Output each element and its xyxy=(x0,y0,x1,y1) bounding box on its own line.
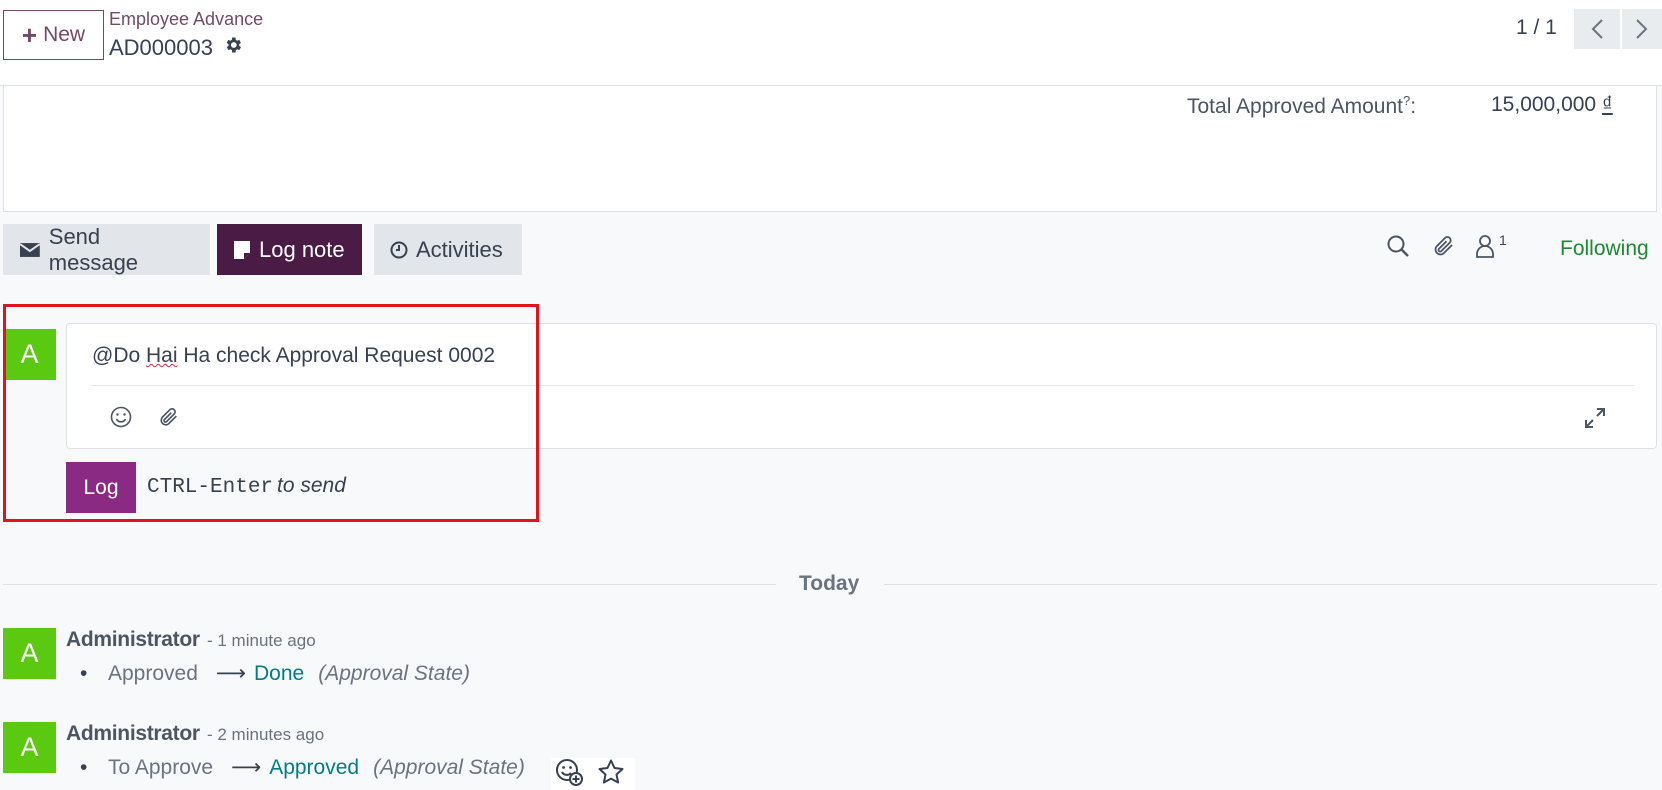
tracking-value: • Approved ⟶ Done (Approval State) xyxy=(80,661,470,686)
search-icon xyxy=(1387,235,1409,257)
breadcrumb-parent[interactable]: Employee Advance xyxy=(109,9,263,30)
clock-icon xyxy=(390,241,408,258)
record-name: AD000003 xyxy=(109,35,213,60)
old-value: To Approve xyxy=(108,756,214,779)
message-author[interactable]: Administrator xyxy=(66,628,200,652)
attachments-button[interactable] xyxy=(1432,234,1456,258)
add-reaction-button[interactable] xyxy=(555,758,583,790)
pager-value[interactable]: 1 / 1 xyxy=(1516,16,1557,40)
total-approved-amount-label: Total Approved Amount?: xyxy=(1187,93,1416,119)
total-label-colon: : xyxy=(1410,95,1417,118)
envelope-icon xyxy=(19,242,41,257)
paperclip-icon xyxy=(160,407,177,426)
date-separator-line xyxy=(3,584,776,585)
send-hint-text: to send xyxy=(277,474,346,497)
chevron-left-icon xyxy=(1591,19,1603,39)
plus-icon: + xyxy=(21,20,38,50)
full-composer-button[interactable] xyxy=(1584,407,1606,429)
activities-label: Activities xyxy=(416,236,503,262)
tracking-value: • To Approve ⟶ Approved (Approval State) xyxy=(80,755,525,780)
arrow-right-icon: ⟶ xyxy=(215,662,247,685)
composer-text-part: Ha check Approval Request 0002 xyxy=(177,344,496,367)
gear-icon[interactable] xyxy=(223,35,243,61)
pager-next-button[interactable] xyxy=(1622,9,1662,49)
currency-symbol: ₫ xyxy=(1601,93,1613,116)
total-approved-amount-value: 15,000,000 ₫ xyxy=(1491,93,1613,117)
avatar: A xyxy=(3,628,56,679)
total-label-text: Total Approved Amount xyxy=(1187,95,1403,118)
pager-previous-button[interactable] xyxy=(1574,9,1620,49)
bullet: • xyxy=(80,756,88,779)
control-panel: + New Employee Advance AD000003 1 / 1 xyxy=(0,0,1662,86)
emoji-button[interactable] xyxy=(110,406,132,428)
old-value: Approved xyxy=(108,662,198,685)
avatar: A xyxy=(3,329,56,380)
search-messages-button[interactable] xyxy=(1386,234,1410,258)
tracked-field: (Approval State) xyxy=(318,662,470,685)
new-value: Approved xyxy=(269,756,360,779)
log-note-button[interactable]: Log note xyxy=(217,224,362,275)
breadcrumb-current: AD000003 xyxy=(109,35,243,61)
user-icon xyxy=(1476,235,1494,258)
log-note-label: Log note xyxy=(259,236,345,262)
add-reaction-icon xyxy=(556,758,583,786)
arrow-right-icon: ⟶ xyxy=(231,756,262,779)
bullet: • xyxy=(80,662,88,685)
composer: @Do Hai Ha check Approval Request 0002 xyxy=(66,323,1657,449)
send-hint-keys: CTRL-Enter xyxy=(147,476,274,499)
attach-file-button[interactable] xyxy=(158,406,180,428)
avatar: A xyxy=(3,722,56,773)
following-button[interactable]: Following xyxy=(1560,237,1649,261)
chevron-right-icon xyxy=(1636,19,1648,39)
send-message-label: Send message xyxy=(48,223,139,275)
date-separator-line xyxy=(884,584,1657,585)
mark-starred-button[interactable] xyxy=(597,758,625,790)
message-time: - 1 minute ago xyxy=(207,631,316,650)
total-amount: 15,000,000 xyxy=(1491,93,1597,116)
new-button-label: New xyxy=(43,23,86,46)
date-separator: Today xyxy=(799,572,860,595)
composer-divider xyxy=(91,385,1634,386)
new-value: Done xyxy=(254,662,305,685)
message-time: - 2 minutes ago xyxy=(207,725,325,744)
followers-button[interactable]: 1 xyxy=(1475,232,1507,258)
followers-count: 1 xyxy=(1499,232,1507,248)
composer-text-part: @Do xyxy=(92,344,146,367)
expand-icon xyxy=(1585,408,1605,428)
message-author[interactable]: Administrator xyxy=(66,722,200,746)
sticky-note-icon xyxy=(234,240,250,259)
paperclip-icon xyxy=(1434,236,1453,256)
composer-text-misspelled: Hai xyxy=(146,344,178,367)
star-icon xyxy=(598,759,624,783)
smile-icon xyxy=(110,406,132,428)
log-submit-button[interactable]: Log xyxy=(66,462,136,513)
tracked-field: (Approval State) xyxy=(373,756,525,779)
activities-button[interactable]: Activities xyxy=(374,224,522,275)
send-message-button[interactable]: Send message xyxy=(3,224,210,275)
send-hint: CTRL-Enter to send xyxy=(147,474,346,499)
new-button[interactable]: + New xyxy=(3,10,104,60)
composer-input[interactable]: @Do Hai Ha check Approval Request 0002 xyxy=(92,344,495,368)
message-actions xyxy=(551,758,635,790)
